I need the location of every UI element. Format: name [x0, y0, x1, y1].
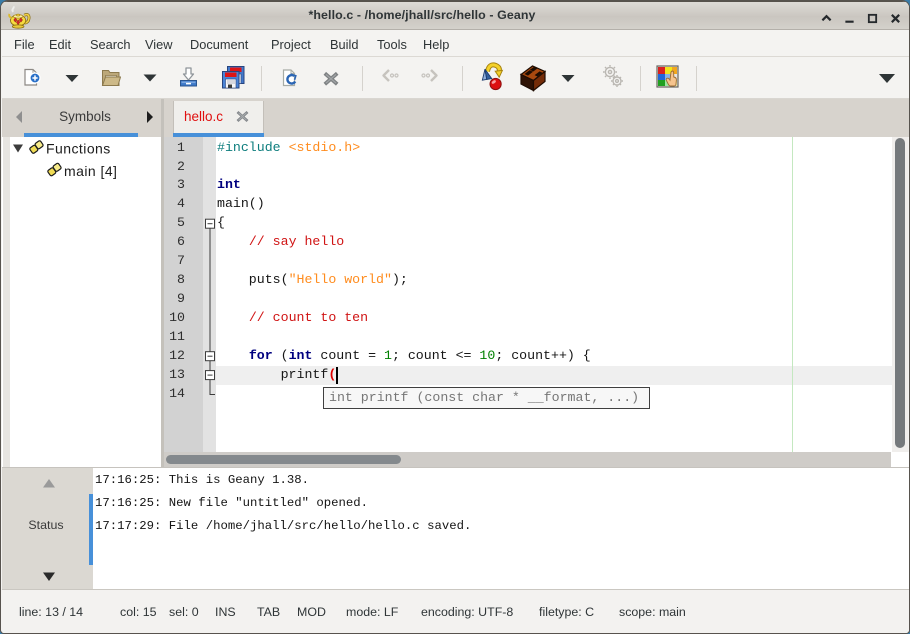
svg-text:main [4]: main [4]: [64, 163, 117, 179]
svg-text:Functions: Functions: [46, 141, 111, 157]
